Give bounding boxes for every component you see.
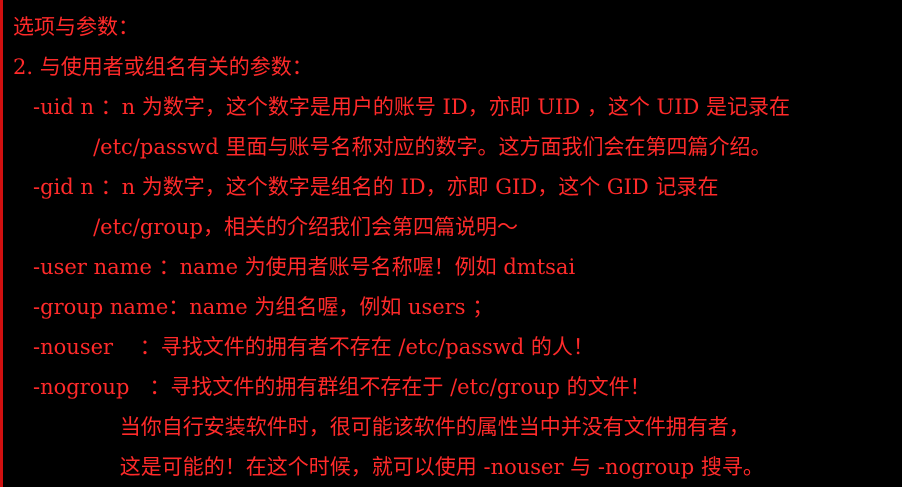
option-nogroup-continuation-line-2: 这是可能的！在这个时候，就可以使用 -nouser 与 -nogroup 搜寻。 <box>13 455 764 479</box>
subsection-heading-line: 2. 与使用者或组名有关的参数： <box>13 55 313 79</box>
section-title-line: 选项与参数： <box>13 15 139 39</box>
option-user-line: -user name ：name 为使用者账号名称喔！例如 dmtsai <box>13 255 576 279</box>
option-group-line: -group name：name 为组名喔，例如 users ； <box>13 295 494 319</box>
option-uid-continuation-line: /etc/passwd 里面与账号名称对应的数字。这方面我们会在第四篇介绍。 <box>13 135 772 159</box>
terminal-window: 选项与参数： 2. 与使用者或组名有关的参数： -uid n ：n 为数字，这个… <box>0 0 902 487</box>
option-nouser-line: -nouser ：寻找文件的拥有者不存在 /etc/passwd 的人！ <box>13 335 594 359</box>
option-nogroup-line: -nogroup ：寻找文件的拥有群组不存在于 /etc/group 的文件！ <box>13 375 651 399</box>
option-gid-line: -gid n ：n 为数字，这个数字是组名的 ID，亦即 GID，这个 GID … <box>13 175 719 199</box>
option-uid-line: -uid n ：n 为数字，这个数字是用户的账号 ID，亦即 UID ，这个 U… <box>13 95 791 119</box>
option-gid-continuation-line: /etc/group，相关的介绍我们会第四篇说明～ <box>13 215 518 239</box>
option-nogroup-continuation-line-1: 当你自行安装软件时，很可能该软件的属性当中并没有文件拥有者， <box>13 415 750 439</box>
